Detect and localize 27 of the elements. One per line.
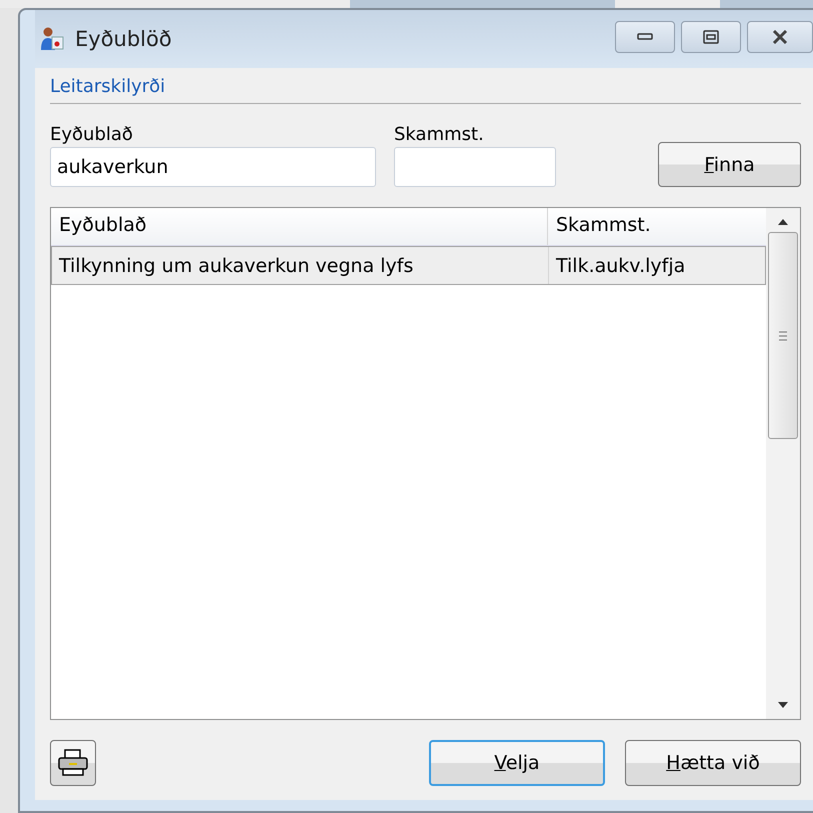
- search-button[interactable]: Finna: [658, 142, 801, 187]
- field-label: Skammst.: [394, 124, 484, 145]
- group-label: Leitarskilyrði: [50, 76, 166, 97]
- scrollbar[interactable]: [766, 208, 800, 719]
- field-label: Eyðublað: [50, 124, 133, 145]
- select-button[interactable]: Velja: [429, 740, 605, 786]
- table-cell: Tilkynning um aukaverkun vegna lyfs: [52, 247, 549, 284]
- column-header[interactable]: Eyðublað: [51, 208, 548, 245]
- scrollbar-thumb[interactable]: [768, 232, 798, 439]
- scroll-down-icon[interactable]: [777, 701, 789, 709]
- cancel-button[interactable]: Hætta við: [625, 740, 801, 786]
- person-icon: [39, 26, 65, 52]
- table-row[interactable]: Tilkynning um aukaverkun vegna lyfs Tilk.aukv.lyfja: [51, 246, 766, 285]
- close-icon: [771, 30, 789, 44]
- column-header[interactable]: Skammst.: [548, 208, 758, 245]
- table-cell-text: Tilk.aukv.lyfja: [555, 254, 686, 278]
- input-field[interactable]: aukaverkun: [50, 147, 376, 187]
- scroll-up-icon[interactable]: [777, 218, 789, 226]
- print-button[interactable]: [50, 740, 96, 786]
- maximize-icon: [703, 30, 719, 44]
- close-button[interactable]: [747, 21, 813, 53]
- minimize-icon: [637, 33, 653, 41]
- minimize-button[interactable]: [615, 21, 675, 53]
- window-title: Eyðublöð: [75, 27, 172, 51]
- printer-icon: [57, 749, 89, 777]
- input-field[interactable]: [394, 147, 556, 187]
- maximize-button[interactable]: [681, 21, 741, 53]
